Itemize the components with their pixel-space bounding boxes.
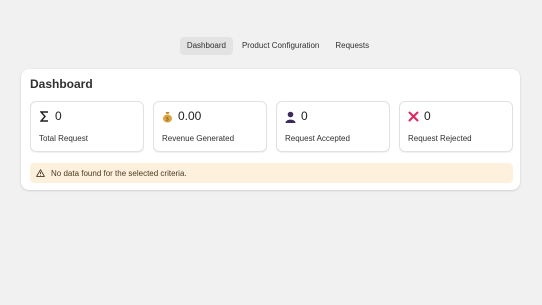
tab-dashboard[interactable]: Dashboard <box>179 37 233 55</box>
stat-value: 0 <box>55 109 62 123</box>
stat-card-total-request: 0 Total Request <box>30 101 144 152</box>
no-data-banner: No data found for the selected criteria. <box>30 163 513 183</box>
warning-icon <box>36 164 45 182</box>
top-navigation: Dashboard Product Configuration Requests <box>0 37 542 55</box>
banner-message: No data found for the selected criteria. <box>51 168 187 178</box>
stat-label: Revenue Generated <box>162 134 235 143</box>
stats-row: 0 Total Request $ 0.00 Revenue Generated <box>30 101 513 152</box>
stat-label: Request Accepted <box>285 134 350 143</box>
stat-value: 0 <box>424 109 431 123</box>
stat-label: Total Request <box>39 134 88 143</box>
dashboard-card: Dashboard 0 Total Request $ 0.00 Revenue… <box>21 69 520 190</box>
page-title: Dashboard <box>30 77 93 91</box>
stat-card-request-rejected: 0 Request Rejected <box>399 101 513 152</box>
stat-value: 0 <box>301 109 308 123</box>
sigma-icon <box>39 110 50 123</box>
person-icon <box>285 110 296 123</box>
stat-label: Request Rejected <box>408 134 472 143</box>
stat-value: 0.00 <box>178 109 202 123</box>
stat-card-revenue-generated: $ 0.00 Revenue Generated <box>153 101 267 152</box>
tab-requests[interactable]: Requests <box>328 37 376 55</box>
tab-product-configuration[interactable]: Product Configuration <box>235 37 326 55</box>
svg-text:$: $ <box>166 116 169 122</box>
cross-mark-icon <box>408 110 419 123</box>
money-bag-icon: $ <box>162 110 173 123</box>
stat-card-request-accepted: 0 Request Accepted <box>276 101 390 152</box>
